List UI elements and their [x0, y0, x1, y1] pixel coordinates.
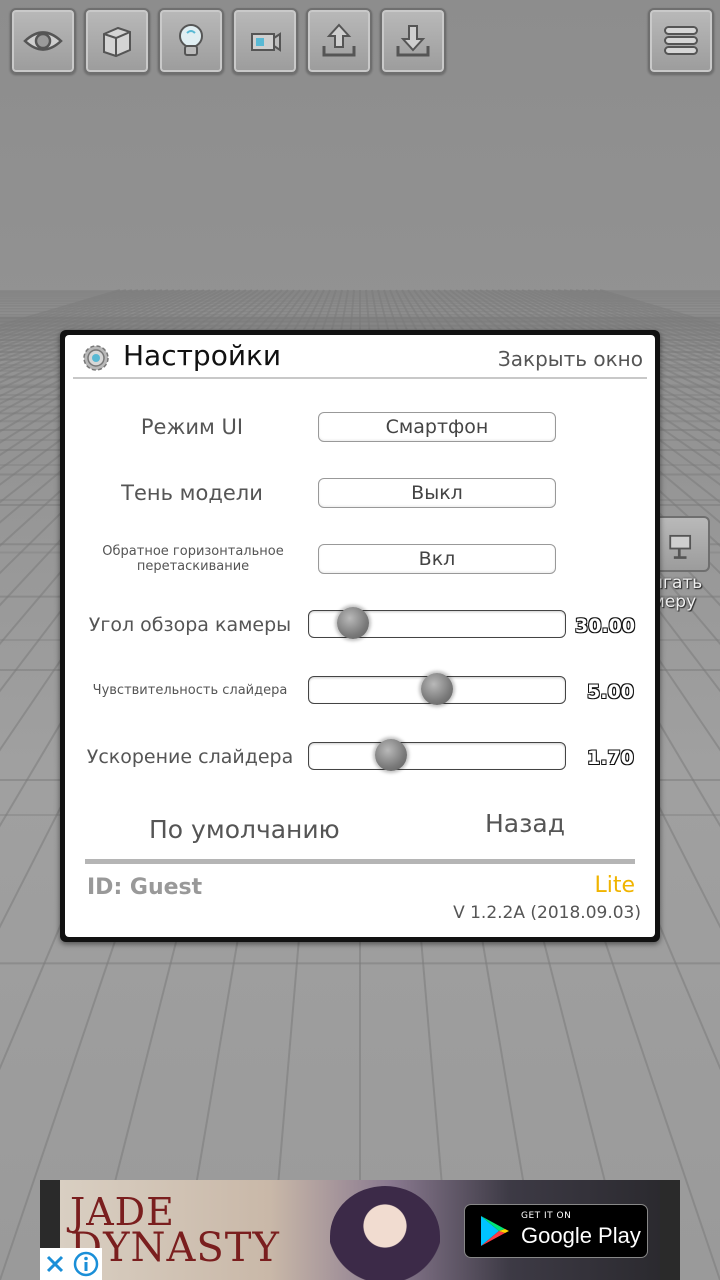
menu-icon: [664, 26, 698, 55]
edition-badge: Lite: [594, 873, 635, 898]
cube-icon: [103, 26, 131, 58]
play-store-icon: [481, 1216, 509, 1246]
light-button[interactable]: [158, 8, 224, 74]
close-icon[interactable]: [44, 1253, 66, 1275]
ad-banner[interactable]: JADE DYNASTY GET IT ON Google Play: [40, 1180, 680, 1280]
slider-acceleration-value: 1.70: [587, 747, 634, 769]
download-icon: [396, 25, 430, 57]
back-button[interactable]: Назад: [485, 809, 565, 838]
camera-fov-slider[interactable]: [308, 607, 566, 639]
slider-sensitivity-label: Чувствительность слайдера: [92, 683, 288, 698]
footer-divider: [85, 859, 635, 864]
reverse-drag-label: Обратное горизонтальное перетаскивание: [102, 544, 284, 574]
lightbulb-icon: [179, 24, 203, 56]
eye-icon: [23, 31, 63, 51]
settings-dialog: Настройки Закрыть окно Режим UI Смартфон…: [60, 330, 660, 942]
settings-panel: Настройки Закрыть окно Режим UI Смартфон…: [65, 335, 655, 937]
upload-icon: [322, 23, 356, 57]
ad-character-image: [330, 1186, 440, 1280]
menu-button[interactable]: [648, 8, 714, 74]
move-camera-button[interactable]: [654, 516, 710, 572]
model-shadow-label: Тень модели: [121, 481, 263, 505]
dialog-title: Настройки: [123, 339, 282, 372]
move-camera-label: игать меру: [652, 574, 703, 612]
dialog-header: Настройки Закрыть окно: [65, 335, 655, 379]
camera-move-button[interactable]: [232, 8, 298, 74]
model-shadow-button[interactable]: Выкл: [318, 478, 556, 508]
camera-move-icon: [669, 534, 692, 559]
header-divider: [73, 377, 647, 379]
camera-fov-slider-knob[interactable]: [336, 607, 369, 639]
slider-acceleration-slider[interactable]: [308, 739, 566, 771]
info-icon[interactable]: [73, 1251, 99, 1277]
version-text: V 1.2.2A (2018.09.03): [453, 903, 641, 923]
slider-sensitivity-slider[interactable]: [308, 673, 566, 705]
camera-move-icon: [251, 32, 281, 52]
download-button[interactable]: [380, 8, 446, 74]
view-button[interactable]: [10, 8, 76, 74]
slider-sensitivity-value: 5.00: [587, 681, 634, 703]
ad-logo-line2: DYNASTY: [70, 1225, 280, 1271]
reverse-drag-button[interactable]: Вкл: [318, 544, 556, 574]
gear-icon: [83, 345, 109, 371]
reset-defaults-button[interactable]: По умолчанию: [149, 815, 340, 844]
google-play-badge[interactable]: GET IT ON Google Play: [464, 1204, 648, 1258]
slider-acceleration-slider-knob[interactable]: [374, 739, 407, 771]
play-badge-text: Google Play: [521, 1223, 641, 1248]
slider-acceleration-label: Ускорение слайдера: [86, 746, 294, 768]
ui-mode-button[interactable]: Смартфон: [318, 412, 556, 442]
model-button[interactable]: [84, 8, 150, 74]
ui-mode-label: Режим UI: [140, 415, 244, 439]
slider-sensitivity-slider-knob[interactable]: [421, 673, 453, 705]
ad-controls: [40, 1248, 102, 1280]
user-id: ID: Guest: [87, 875, 203, 900]
play-badge-small-text: GET IT ON: [521, 1211, 572, 1221]
camera-fov-value: 30.00: [575, 615, 636, 637]
ad-logo: JADE DYNASTY: [70, 1193, 320, 1271]
close-window-button[interactable]: Закрыть окно: [498, 347, 643, 371]
camera-fov-label: Угол обзора камеры: [88, 614, 292, 636]
upload-button[interactable]: [306, 8, 372, 74]
